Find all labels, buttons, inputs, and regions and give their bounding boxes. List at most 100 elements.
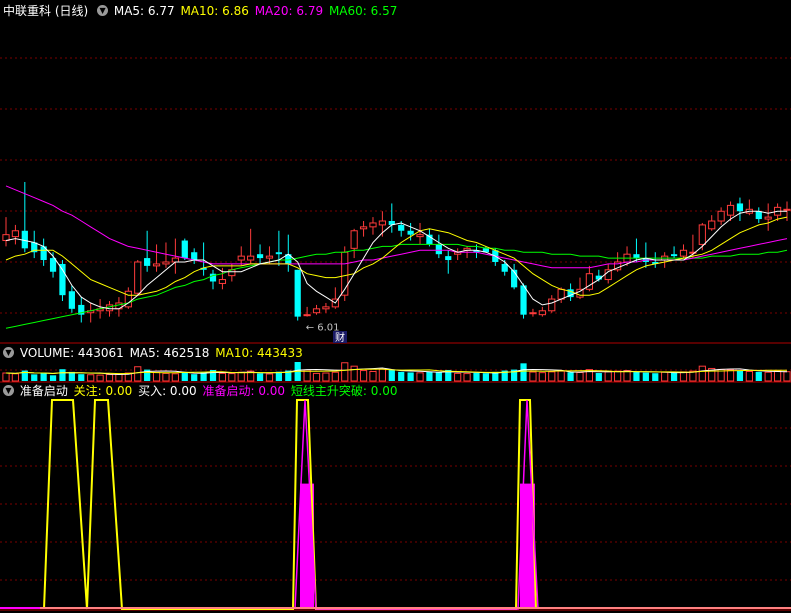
candle-body-down xyxy=(755,211,762,220)
volume-bar xyxy=(435,372,442,381)
cai-badge[interactable]: 财 xyxy=(335,331,345,344)
candle-body-down xyxy=(435,244,442,255)
candle-body-up xyxy=(369,222,377,228)
candle-body-down xyxy=(407,230,414,235)
volume-bar xyxy=(369,371,377,382)
candle-body-up xyxy=(237,255,245,261)
volume-bar xyxy=(331,371,339,382)
volume-bar xyxy=(31,374,38,381)
volume-bar xyxy=(538,372,546,382)
volume-bar xyxy=(265,373,274,382)
volume-bar xyxy=(652,373,659,381)
volume-bar xyxy=(134,366,142,382)
candle-body-down xyxy=(398,224,405,231)
volume-bar xyxy=(548,371,556,382)
volume-bar xyxy=(473,372,480,381)
candle-body-up xyxy=(105,304,114,312)
candle-body-up xyxy=(726,204,735,216)
volume-bar xyxy=(463,373,471,382)
volume-bar xyxy=(181,371,188,381)
candle-body-up xyxy=(134,261,142,294)
volume-bar xyxy=(49,375,57,381)
candle-body-down xyxy=(191,252,198,261)
volume-bar xyxy=(567,372,574,381)
candle-body-down xyxy=(501,263,508,272)
volume-bar xyxy=(171,373,179,382)
candle-body-up xyxy=(303,314,311,317)
volume-bar xyxy=(604,371,612,382)
volume-bar xyxy=(87,374,95,382)
volume-bar xyxy=(529,371,537,382)
candle-body-down xyxy=(256,254,264,259)
volume-bar xyxy=(398,371,405,381)
candle-body-up xyxy=(717,210,725,222)
candle-body-up xyxy=(171,257,179,263)
volume-bar xyxy=(416,372,424,382)
candle-body-up xyxy=(350,230,358,249)
volume-bar xyxy=(96,374,104,382)
candle-body-up xyxy=(162,261,170,265)
candle-body-down xyxy=(670,254,678,257)
volume-bar xyxy=(614,370,622,382)
volume-bar xyxy=(773,370,782,382)
candle-body-up xyxy=(359,226,368,230)
candle-body-up xyxy=(764,216,772,220)
candle-body-down xyxy=(59,263,66,296)
volume-bar xyxy=(2,372,10,382)
volume-bar xyxy=(218,372,227,382)
annotations: ← 6.01 财 xyxy=(306,323,347,344)
candle-body-up xyxy=(218,279,227,284)
candlestick-series xyxy=(2,181,791,323)
candle-body-up xyxy=(548,298,556,312)
volume-bar xyxy=(595,373,602,381)
volume-bar xyxy=(726,369,735,382)
volume-bar xyxy=(783,371,791,382)
volume-bar xyxy=(237,371,245,382)
ma60-line xyxy=(5,243,788,329)
candle-body-up xyxy=(152,263,161,267)
moving-average-lines xyxy=(5,185,788,329)
candle-body-up xyxy=(322,306,330,310)
ma5-line xyxy=(5,210,787,310)
volume-bar xyxy=(764,371,772,382)
candle-body-down xyxy=(633,254,640,259)
volume-bar xyxy=(407,372,414,381)
volume-bar xyxy=(388,369,395,381)
volume-bar xyxy=(40,373,47,381)
volume-bar xyxy=(341,362,349,382)
volume-bar xyxy=(426,371,433,381)
volume-bar xyxy=(745,371,753,382)
candle-body-up xyxy=(416,234,424,238)
candle-body-down xyxy=(294,269,301,317)
volume-bar xyxy=(200,372,207,381)
candle-body-up xyxy=(265,255,274,259)
candle-body-down xyxy=(144,258,151,266)
volume-bar xyxy=(454,372,462,382)
volume-bar xyxy=(679,371,688,382)
volume-bar xyxy=(378,368,386,382)
ma20-line xyxy=(5,185,788,269)
candle-body-up xyxy=(698,224,706,245)
volume-bar xyxy=(11,373,20,382)
volume-bar xyxy=(482,373,489,381)
candle-body-down xyxy=(68,291,75,309)
volume-bar xyxy=(670,372,678,381)
candle-body-down xyxy=(736,203,744,212)
volume-bar xyxy=(736,370,744,381)
candle-body-up xyxy=(679,249,688,257)
candle-body-down xyxy=(275,252,282,255)
volume-bar xyxy=(191,374,198,381)
volume-bar xyxy=(557,370,565,382)
volume-bar xyxy=(520,363,527,381)
candle-body-up xyxy=(11,230,20,238)
volume-bar xyxy=(755,371,762,381)
ma10-line xyxy=(5,216,788,296)
grid-lines xyxy=(0,57,791,611)
candle-body-up xyxy=(708,220,716,230)
stock-chart-canvas[interactable]: ← 6.01 财 xyxy=(0,0,791,613)
candle-body-down xyxy=(21,230,28,249)
volume-bar xyxy=(312,372,321,382)
volume-bar xyxy=(661,371,669,382)
volume-bar xyxy=(228,373,236,382)
volume-bar xyxy=(322,372,330,382)
